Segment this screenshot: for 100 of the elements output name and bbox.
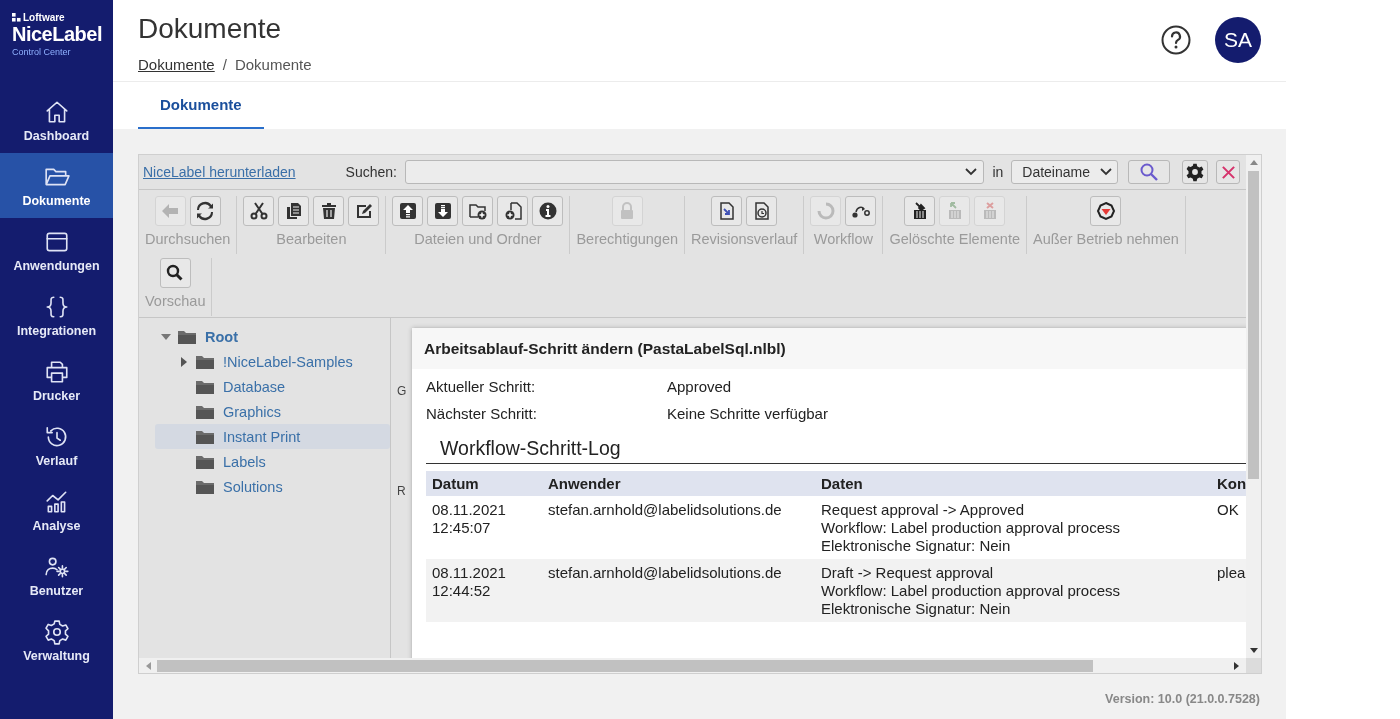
squares-icon: [12, 13, 21, 22]
toolbar-button[interactable]: [278, 196, 310, 226]
tree-item[interactable]: Root: [155, 324, 390, 349]
column-header: Kon: [1211, 471, 1246, 496]
search-icon: [1139, 162, 1159, 182]
scroll-down-icon[interactable]: [1249, 648, 1258, 654]
folder-icon: [195, 428, 215, 445]
toolbar-button[interactable]: [1090, 196, 1122, 226]
search-label: Suchen:: [345, 164, 397, 180]
folder-icon: [195, 453, 215, 470]
toolbar-button[interactable]: [845, 196, 877, 226]
toolbar-group-label: Vorschau: [145, 293, 206, 309]
tree-item[interactable]: Graphics: [155, 399, 390, 424]
sidebar-item[interactable]: Verwaltung: [0, 608, 113, 673]
column-header: Datum: [426, 471, 542, 496]
tree-item[interactable]: Instant Print: [155, 424, 390, 449]
scroll-right-icon[interactable]: [1234, 661, 1240, 670]
search-button[interactable]: [1128, 160, 1170, 184]
upload-icon: [397, 201, 418, 221]
toolbar-button[interactable]: [746, 196, 778, 226]
scrollbar-thumb[interactable]: [1248, 171, 1259, 479]
toolbar-button[interactable]: [189, 196, 221, 226]
folder-icon: [195, 478, 215, 495]
tree-item[interactable]: Database: [155, 374, 390, 399]
product-name: NiceLabel: [12, 23, 103, 45]
toolbar-group-label: Workflow: [813, 231, 874, 247]
field-value: Approved: [667, 378, 732, 395]
caret-down-icon[interactable]: [161, 331, 171, 342]
in-label: in: [992, 164, 1004, 180]
toolbar-button[interactable]: [532, 196, 564, 226]
caret-right-icon[interactable]: [179, 356, 189, 367]
help-icon[interactable]: [1161, 24, 1191, 55]
folder-icon: [195, 403, 215, 420]
toolbar-group-label: Außer Betrieb nehmen: [1033, 231, 1179, 247]
toolbar-group-label: Dateien und Ordner: [414, 231, 542, 247]
tree-item[interactable]: Labels: [155, 449, 390, 474]
toolbar-group-label: Durchsuchen: [145, 231, 231, 247]
breadcrumb-separator: /: [222, 56, 227, 73]
settings-icon: [43, 618, 70, 645]
scope-dropdown[interactable]: Dateiname: [1011, 160, 1118, 184]
tree-item[interactable]: Solutions: [155, 474, 390, 499]
search-field[interactable]: [404, 160, 985, 184]
toolbar-button[interactable]: [392, 196, 424, 226]
toolbar-button[interactable]: [427, 196, 459, 226]
sidebar-item[interactable]: Verlauf: [0, 413, 113, 478]
field-value: Keine Schritte verfügbar: [667, 405, 828, 422]
sidebar-item[interactable]: Integrationen: [0, 283, 113, 348]
version-text: Version: 10.0 (21.0.0.7528): [1104, 692, 1261, 706]
info-icon: [537, 201, 558, 221]
chevron-down-icon: [965, 168, 978, 176]
user-avatar[interactable]: SA: [1215, 16, 1261, 63]
table-cell: Draft -> Request approval Workflow: Label production approval process Elektronische Signatur: Nein: [815, 559, 1211, 622]
list-text: G: [397, 384, 407, 398]
toolbar-group-label: Berechtigungen: [576, 231, 678, 247]
table-cell: Request approval -> Approved Workflow: Label production approval process Elektronische Signatur: Nein: [815, 496, 1211, 559]
list-text: R: [397, 484, 406, 498]
tree-item[interactable]: !NiceLabel-Samples: [155, 349, 390, 374]
field-label: Nächster Schritt:: [426, 405, 538, 422]
close-icon: [1220, 164, 1236, 180]
sidebar-item[interactable]: Anwendungen: [0, 218, 113, 283]
table-cell: stefan.arnhold@labelidsolutions.de: [542, 496, 815, 559]
vendor-name: Loftware: [23, 12, 65, 23]
chevron-down-icon: [1100, 168, 1112, 176]
download-icon: [432, 201, 453, 221]
vertical-scrollbar[interactable]: [1246, 155, 1261, 658]
cycle-icon: [815, 201, 836, 221]
settings-button[interactable]: [1182, 160, 1208, 184]
table-cell: plea: [1211, 559, 1246, 622]
toolbar-button[interactable]: [711, 196, 743, 226]
horizontal-scrollbar[interactable]: [139, 658, 1246, 673]
toolbar-group-label: Bearbeiten: [276, 231, 347, 247]
octagon-warning-icon: [1095, 201, 1116, 221]
product-subtitle: Control Center: [12, 47, 72, 57]
field-label: Aktueller Schritt:: [426, 378, 537, 395]
toolbar-button[interactable]: [348, 196, 380, 226]
scissors-icon: [248, 201, 269, 221]
breadcrumb-current: Dokumente: [234, 56, 312, 73]
breadcrumb-link[interactable]: Dokumente: [138, 56, 215, 73]
toolbar-group-label: Revisionsverlauf: [691, 231, 798, 247]
page-title: Dokumente: [138, 12, 283, 46]
toolbar-button[interactable]: [497, 196, 529, 226]
close-button[interactable]: [1216, 160, 1240, 184]
printer-icon: [43, 358, 70, 385]
column-header: Daten: [815, 471, 1211, 496]
folder-plus-icon: [467, 201, 488, 221]
table-cell: OK: [1211, 496, 1246, 559]
sidebar-item[interactable]: Analyse: [0, 478, 113, 543]
toolbar-button[interactable]: [313, 196, 345, 226]
toolbar-button[interactable]: [159, 258, 191, 288]
sidebar-item[interactable]: Dokumente: [0, 153, 113, 218]
sidebar-item[interactable]: Dashboard: [0, 88, 113, 153]
sidebar-item[interactable]: Benutzer: [0, 543, 113, 608]
sidebar-item[interactable]: Drucker: [0, 348, 113, 413]
refresh-icon: [195, 201, 216, 221]
download-link[interactable]: NiceLabel herunterladen: [143, 164, 296, 180]
toolbar-button[interactable]: [243, 196, 275, 226]
scroll-up-icon[interactable]: [1249, 159, 1258, 165]
toolbar-button[interactable]: [904, 196, 936, 226]
scrollbar-thumb[interactable]: [157, 659, 1093, 672]
toolbar-button[interactable]: [462, 196, 494, 226]
